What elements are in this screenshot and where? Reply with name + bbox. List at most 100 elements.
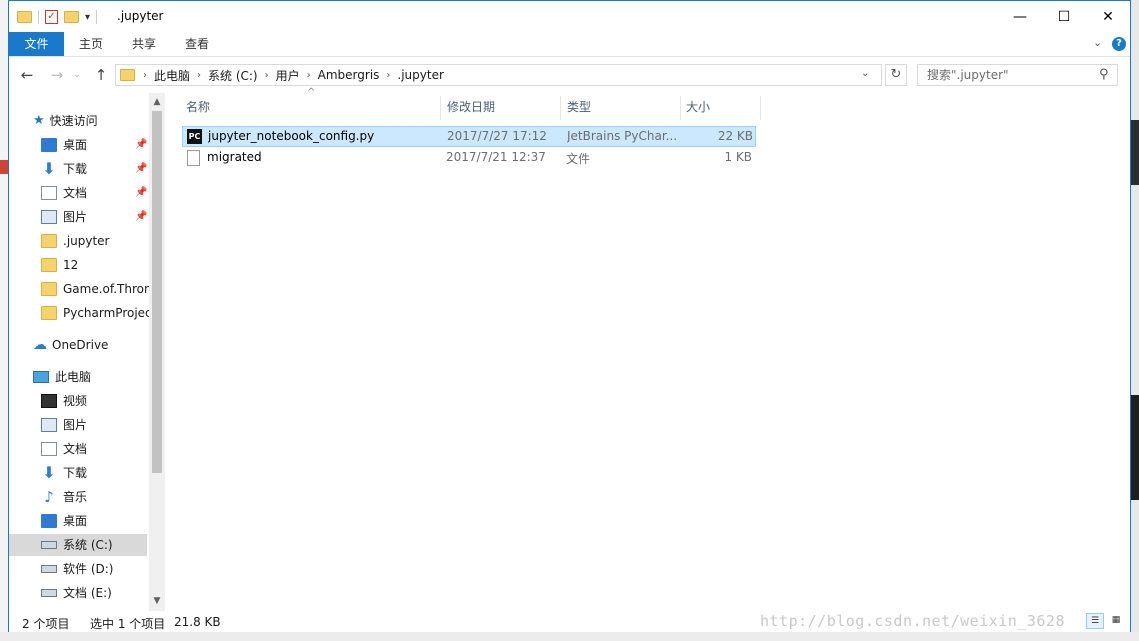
pin-icon[interactable]: 📌 <box>135 187 147 198</box>
breadcrumb-jupyter[interactable]: .jupyter <box>392 68 449 82</box>
search-input[interactable]: 搜索".jupyter" <box>917 64 1118 86</box>
sort-ascending-icon: ^ <box>307 87 316 98</box>
drive-icon <box>41 565 57 573</box>
pin-icon[interactable]: 📌 <box>135 211 147 222</box>
sidebar-item-quick-access[interactable]: ★ 快速访问 <box>33 110 98 132</box>
sidebar-item-label: 图片 <box>63 418 88 432</box>
sidebar-item-12[interactable]: 12 <box>41 254 78 276</box>
document-icon <box>41 186 57 200</box>
sidebar-item-pc-documents[interactable]: 文档 <box>41 438 87 460</box>
column-header-type[interactable]: 类型 <box>567 93 591 121</box>
details-view-icon[interactable]: ☰ <box>1086 613 1104 629</box>
scroll-down-icon[interactable]: ▼ <box>149 596 165 606</box>
column-divider[interactable] <box>760 96 761 120</box>
chevron-right-icon[interactable]: › <box>263 70 271 81</box>
sidebar-item-pc-pictures[interactable]: 图片 <box>41 414 87 436</box>
sidebar-item-label: OneDrive <box>52 338 109 352</box>
recent-locations-icon[interactable]: ⌄ <box>67 65 87 85</box>
ribbon-expand-icon[interactable]: ⌄ <box>1093 36 1102 49</box>
pin-icon[interactable]: 📌 <box>135 139 147 150</box>
sidebar-item-label: 系统 (C:) <box>63 538 113 552</box>
sidebar-item-drive-c[interactable]: 系统 (C:) <box>9 534 147 556</box>
sidebar-item-label: 文档 <box>63 186 88 200</box>
background-app-bottom <box>0 632 1139 641</box>
sidebar-item-pictures[interactable]: 图片 <box>41 206 87 228</box>
search-icon[interactable]: ⚲ <box>1099 67 1109 82</box>
folder-synced-icon <box>41 306 57 320</box>
breadcrumb-system-c[interactable]: 系统 (C:) <box>203 67 263 84</box>
tab-home[interactable]: 主页 <box>68 32 114 56</box>
minimize-button[interactable]: — <box>997 1 1043 32</box>
close-button[interactable]: ✕ <box>1085 1 1131 32</box>
desktop-icon <box>41 138 57 152</box>
sidebar-item-drive-e[interactable]: 文档 (E:) <box>41 582 112 604</box>
sidebar-item-pycharm-projects[interactable]: PycharmProject <box>41 302 149 324</box>
sidebar-item-label: .jupyter <box>63 234 110 248</box>
column-header-name[interactable]: 名称 <box>186 93 210 121</box>
computer-icon <box>33 371 49 383</box>
picture-icon <box>41 418 57 432</box>
address-dropdown-icon[interactable]: ⌄ <box>861 68 869 79</box>
address-bar[interactable]: › 此电脑 › 系统 (C:) › 用户 › Ambergris › .jupy… <box>115 64 882 86</box>
sidebar-item-label: 音乐 <box>63 490 88 504</box>
refresh-icon[interactable]: ↻ <box>885 64 907 86</box>
file-row[interactable]: PC jupyter_notebook_config.py 2017/7/27 … <box>182 126 756 147</box>
sidebar-item-this-pc[interactable]: 此电脑 <box>33 366 91 388</box>
file-date: 2017/7/21 12:37 <box>446 150 546 164</box>
chevron-right-icon[interactable]: › <box>384 70 392 81</box>
column-header-size[interactable]: 大小 <box>686 93 710 121</box>
music-icon: ♪ <box>44 488 54 506</box>
column-header-date[interactable]: 修改日期 <box>447 93 495 121</box>
tab-share[interactable]: 共享 <box>121 32 167 56</box>
maximize-button[interactable]: ☐ <box>1041 1 1087 32</box>
sidebar-item-pc-desktop[interactable]: 桌面 <box>41 510 87 532</box>
chevron-right-icon[interactable]: › <box>195 70 203 81</box>
large-icons-view-icon[interactable]: ▦ <box>1107 613 1125 629</box>
folder-icon <box>120 69 135 81</box>
file-list: ^ 名称 修改日期 类型 大小 PC jupyter_notebook_conf… <box>169 87 1130 611</box>
column-divider[interactable] <box>440 96 441 120</box>
star-icon: ★ <box>33 113 45 128</box>
new-folder-icon[interactable] <box>64 11 79 23</box>
ribbon: 文件 主页 共享 查看 ⌄ ? <box>9 32 1130 57</box>
back-arrow-icon[interactable]: ← <box>17 65 37 85</box>
desktop-icon <box>41 514 57 528</box>
help-icon[interactable]: ? <box>1112 37 1126 51</box>
sidebar-item-music[interactable]: ♪ 音乐 <box>41 486 87 508</box>
breadcrumb-this-pc[interactable]: 此电脑 <box>149 67 195 84</box>
sidebar-item-game-of-thrones[interactable]: Game.of.Throne <box>41 278 149 300</box>
sidebar-item-desktop[interactable]: 桌面 <box>41 134 87 156</box>
chevron-right-icon[interactable]: › <box>141 70 149 81</box>
sidebar-item-drive-d[interactable]: 软件 (D:) <box>41 558 113 580</box>
sidebar-item-jupyter[interactable]: .jupyter <box>41 230 110 252</box>
sidebar-item-onedrive[interactable]: ☁ OneDrive <box>33 334 108 356</box>
sidebar-scroll-thumb[interactable] <box>152 111 162 473</box>
file-icon <box>187 150 200 166</box>
forward-arrow-icon[interactable]: → <box>47 65 67 85</box>
drive-icon <box>41 589 57 597</box>
explorer-window: ✓ ▾ .jupyter — ☐ ✕ 文件 主页 共享 查看 ⌄ ? ← → ⌄… <box>8 0 1131 632</box>
column-divider[interactable] <box>680 96 681 120</box>
pin-icon[interactable]: 📌 <box>135 163 147 174</box>
sidebar-item-videos[interactable]: 视频 <box>41 390 87 412</box>
breadcrumb-ambergris[interactable]: Ambergris <box>313 68 385 82</box>
folder-icon <box>41 282 57 296</box>
qat-dropdown-icon[interactable]: ▾ <box>85 12 90 23</box>
video-icon <box>41 394 57 408</box>
file-row[interactable]: migrated 2017/7/21 12:37 文件 1 KB <box>182 148 756 169</box>
tab-file[interactable]: 文件 <box>9 32 64 56</box>
navigation-pane: ★ 快速访问 桌面 📌 ⬇ 下载 📌 文档 📌 图片 📌 .jupyter 12… <box>9 93 149 611</box>
sidebar-item-pc-downloads[interactable]: ⬇ 下载 <box>41 462 87 484</box>
properties-icon[interactable]: ✓ <box>45 10 58 24</box>
tab-view[interactable]: 查看 <box>174 32 220 56</box>
column-divider[interactable] <box>560 96 561 120</box>
scroll-up-icon[interactable]: ▲ <box>149 97 165 107</box>
sidebar-item-label: 下载 <box>63 162 88 176</box>
background-close-badge <box>0 160 8 174</box>
sidebar-item-documents[interactable]: 文档 <box>41 182 87 204</box>
chevron-right-icon[interactable]: › <box>305 70 313 81</box>
qat-separator <box>38 10 39 24</box>
sidebar-item-downloads[interactable]: ⬇ 下载 <box>41 158 87 180</box>
breadcrumb-users[interactable]: 用户 <box>271 67 305 84</box>
up-arrow-icon[interactable]: ↑ <box>91 65 111 85</box>
